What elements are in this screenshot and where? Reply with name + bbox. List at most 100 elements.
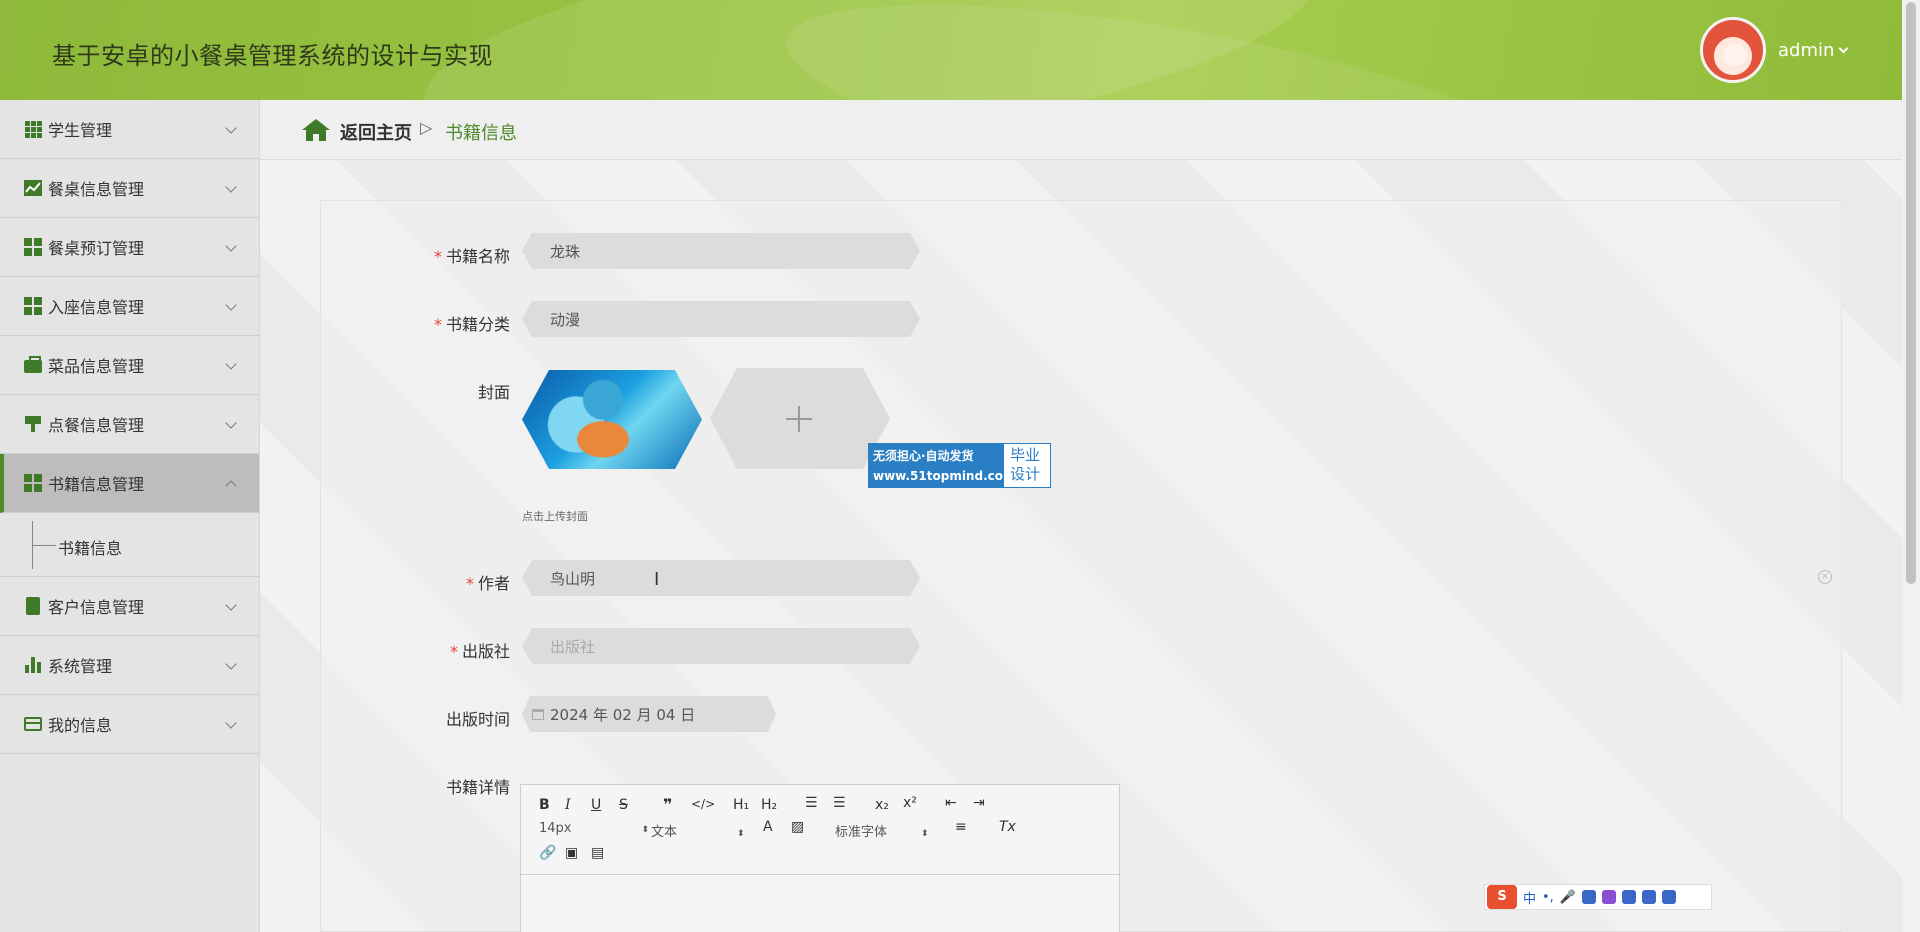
chevron-down-icon (225, 181, 237, 193)
briefcase-icon (24, 356, 42, 374)
calendar-icon (532, 709, 544, 720)
category-input[interactable]: 动漫 (522, 301, 920, 337)
paragraph-select[interactable]: 文本 ⬍ (651, 821, 745, 840)
superscript-icon[interactable]: x² (903, 795, 917, 811)
sidebar-item-dishes[interactable]: 菜品信息管理 (0, 336, 259, 395)
link-icon[interactable]: 🔗 (539, 845, 556, 861)
background-color-icon[interactable]: ▨ (791, 819, 804, 835)
cover-hint: 点击上传封面 (522, 510, 588, 523)
code-icon[interactable]: </> (691, 797, 715, 811)
sidebar-subitem-book-info[interactable]: 书籍信息 (58, 535, 122, 559)
apps-icon[interactable] (1642, 890, 1657, 904)
sidebar: 学生管理 餐桌信息管理 餐桌预订管理 入座信息管理 菜品信息管理 点餐信息管理 … (0, 100, 260, 932)
chevron-down-icon (225, 599, 237, 611)
indent-icon[interactable]: ⇥ (973, 795, 985, 811)
chevron-down-icon (225, 299, 237, 311)
page-scrollbar[interactable] (1902, 0, 1920, 932)
bar-chart-icon (24, 656, 42, 674)
card-icon (24, 715, 42, 733)
sidebar-item-table-info[interactable]: 餐桌信息管理 (0, 159, 259, 218)
publish-date-label: 出版时间 (445, 710, 510, 729)
font-family-select[interactable]: 标准字体 ⬍ (835, 821, 929, 840)
chevron-down-icon (225, 358, 237, 370)
grid-icon (24, 120, 42, 138)
chevron-up-icon (225, 480, 237, 492)
sidebar-item-table-booking[interactable]: 餐桌预订管理 (0, 218, 259, 277)
sidebar-item-seating[interactable]: 入座信息管理 (0, 277, 259, 336)
chevron-down-icon (225, 122, 237, 134)
punctuation-icon[interactable]: •, (1542, 890, 1554, 905)
align-icon[interactable]: ≡ (955, 819, 967, 835)
book-name-input[interactable]: 龙珠 (522, 233, 920, 269)
breadcrumb-current: 书籍信息 (445, 123, 517, 144)
font-color-icon[interactable]: A (763, 819, 773, 835)
sidebar-item-customers[interactable]: 客户信息管理 (0, 577, 259, 636)
keyboard-icon[interactable] (1582, 890, 1597, 904)
cover-image[interactable] (522, 370, 702, 469)
sidebar-item-label: 书籍信息管理 (48, 475, 145, 494)
scrollbar-thumb[interactable] (1906, 2, 1916, 584)
game-icon[interactable] (1622, 890, 1637, 904)
publisher-input[interactable]: 出版社 (522, 628, 920, 664)
ordered-list-icon[interactable]: ☰ (805, 795, 818, 811)
sidebar-item-system[interactable]: 系统管理 (0, 636, 259, 695)
chevron-down-icon (1838, 43, 1849, 54)
breadcrumb-home-link[interactable]: 返回主页 (340, 119, 412, 145)
bullet-list-icon[interactable]: ☰ (833, 795, 846, 811)
bold-icon[interactable]: B (539, 797, 550, 813)
image-icon[interactable]: ▣ (565, 845, 578, 861)
font-size-select[interactable]: 14px ⬍ (539, 821, 649, 836)
heading1-icon[interactable]: H₁ (733, 797, 749, 813)
updown-icon: ⬍ (921, 829, 929, 839)
grid-icon (24, 238, 42, 256)
heading2-icon[interactable]: H₂ (761, 797, 777, 813)
editor-toolbar: B I U S ❞ </> H₁ H₂ ☰ ☰ x₂ x² ⇤ ⇥ 14px ⬍ … (521, 785, 1119, 875)
details-label: 书籍详情 (445, 778, 510, 797)
sidebar-item-books[interactable]: 书籍信息管理 (0, 454, 259, 513)
sidebar-item-student[interactable]: 学生管理 (0, 100, 259, 159)
updown-icon: ⬍ (737, 829, 745, 839)
sogou-logo-icon[interactable]: S (1487, 885, 1517, 909)
sidebar-item-label: 菜品信息管理 (48, 357, 145, 376)
skin-icon[interactable] (1602, 890, 1617, 904)
ime-mode[interactable]: 中 (1523, 888, 1536, 907)
author-input[interactable]: 鸟山明 (522, 560, 920, 596)
sidebar-item-label: 餐桌信息管理 (48, 180, 145, 199)
breadcrumb-separator: ▷ (420, 118, 433, 137)
username: admin (1778, 40, 1835, 61)
sidebar-item-label: 客户信息管理 (48, 598, 145, 617)
microphone-icon[interactable]: 🎤 (1560, 890, 1576, 905)
watermark-badge: 无须担心·自动发货 www.51topmind.com 毕业 设计 (868, 443, 1051, 488)
home-icon[interactable] (302, 119, 330, 141)
underline-icon[interactable]: U (591, 797, 601, 813)
sidebar-item-label: 学生管理 (48, 121, 113, 140)
sidebar-item-orders[interactable]: 点餐信息管理 (0, 395, 259, 454)
outdent-icon[interactable]: ⇤ (945, 795, 957, 811)
quote-icon[interactable]: ❞ (663, 795, 672, 814)
top-header: 基于安卓的小餐桌管理系统的设计与实现 admin (0, 0, 1902, 100)
sidebar-item-label: 点餐信息管理 (48, 416, 145, 435)
italic-icon[interactable]: I (565, 797, 571, 813)
sidebar-item-label: 系统管理 (48, 657, 113, 676)
strikethrough-icon[interactable]: S (619, 797, 628, 813)
publisher-label: * 出版社 (449, 642, 510, 661)
video-icon[interactable]: ▤ (591, 845, 604, 861)
close-icon[interactable]: × (1818, 570, 1832, 584)
breadcrumb: 返回主页 ▷ 书籍信息 (260, 100, 1902, 160)
sidebar-item-my-info[interactable]: 我的信息 (0, 695, 259, 754)
sidebar-item-label: 我的信息 (48, 716, 113, 735)
publish-date-input[interactable]: 2024 年 02 月 04 日 (522, 696, 776, 732)
chart-icon (24, 179, 42, 197)
user-menu[interactable]: admin (1778, 40, 1849, 61)
sidebar-item-label: 餐桌预订管理 (48, 239, 145, 258)
avatar[interactable] (1700, 17, 1766, 83)
text-cursor-icon: I (654, 569, 660, 590)
settings-icon[interactable] (1662, 890, 1677, 904)
clear-format-icon[interactable]: Tx (999, 819, 1016, 835)
subscript-icon[interactable]: x₂ (875, 797, 889, 813)
brush-icon (24, 415, 42, 433)
updown-icon: ⬍ (641, 825, 650, 835)
chevron-down-icon (225, 417, 237, 429)
grid-icon (24, 297, 42, 315)
app-title: 基于安卓的小餐桌管理系统的设计与实现 (52, 42, 493, 70)
